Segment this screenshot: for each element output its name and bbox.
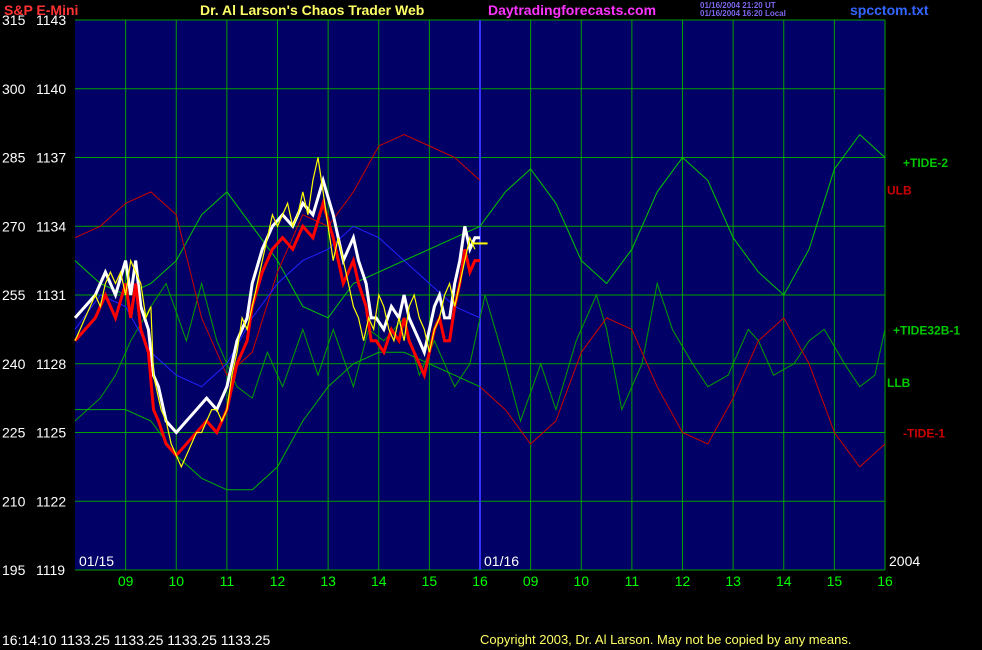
y-right-label: 1140	[36, 81, 66, 97]
x-hour-label: 14	[371, 573, 387, 589]
y-left-label: 285	[2, 150, 26, 166]
copyright-notice: Copyright 2003, Dr. Al Larson. May not b…	[480, 632, 852, 647]
y-left-label: 225	[2, 425, 26, 441]
line-label: ULB	[887, 184, 912, 198]
x-hour-label: 16	[877, 573, 893, 589]
y-left-label: 270	[2, 218, 26, 234]
y-right-label: 1131	[36, 287, 66, 303]
y-right-label: 1134	[36, 218, 66, 234]
x-hour-label: 15	[422, 573, 438, 589]
line-label: LLB	[887, 376, 911, 390]
y-right-label: 1128	[36, 356, 66, 372]
line-label: -TIDE-1	[903, 427, 945, 441]
y-left-label: 255	[2, 287, 26, 303]
y-right-label: 1137	[36, 150, 66, 166]
x-hour-label: 11	[625, 573, 640, 589]
timestamp-local: 01/16/2004 16:20 Local	[700, 9, 786, 18]
x-hour-label: 10	[168, 573, 184, 589]
y-right-label: 1119	[36, 562, 65, 578]
quote-readout: 16:14:10 1133.25 1133.25 1133.25 1133.25	[2, 632, 271, 648]
y-right-label: 1122	[36, 493, 66, 509]
x-hour-label: 10	[573, 573, 589, 589]
x-hour-label: 12	[675, 573, 691, 589]
x-hour-label: 15	[827, 573, 843, 589]
x-hour-label: 13	[320, 573, 336, 589]
date-label: 01/15	[79, 553, 114, 569]
x-hour-label: 14	[776, 573, 792, 589]
x-hour-label: 12	[270, 573, 286, 589]
chart-title: Dr. Al Larson's Chaos Trader Web	[200, 2, 425, 18]
line-label: +TIDE32B-1	[893, 323, 960, 337]
y-right-label: 1125	[36, 425, 66, 441]
x-hour-label: 13	[725, 573, 741, 589]
date-label: 2004	[889, 553, 920, 569]
x-hour-label: 11	[220, 573, 235, 589]
chart-svg: 315 1143300 1140285 1137270 1134255 1131240 11…	[0, 0, 982, 650]
y-left-label: 210	[2, 493, 26, 509]
x-hour-label: 16	[472, 573, 488, 589]
x-hour-label: 09	[523, 573, 539, 589]
filename-label: spcctom.txt	[850, 2, 929, 18]
instrument-title: S&P E-Mini	[4, 2, 79, 18]
x-hour-label: 09	[118, 573, 134, 589]
line-label: +TIDE-2	[903, 156, 948, 170]
y-left-label: 195	[2, 562, 26, 578]
y-left-label: 240	[2, 356, 26, 372]
date-label: 01/16	[484, 553, 519, 569]
site-link[interactable]: Daytradingforecasts.com	[488, 2, 656, 18]
y-left-label: 300	[2, 81, 26, 97]
